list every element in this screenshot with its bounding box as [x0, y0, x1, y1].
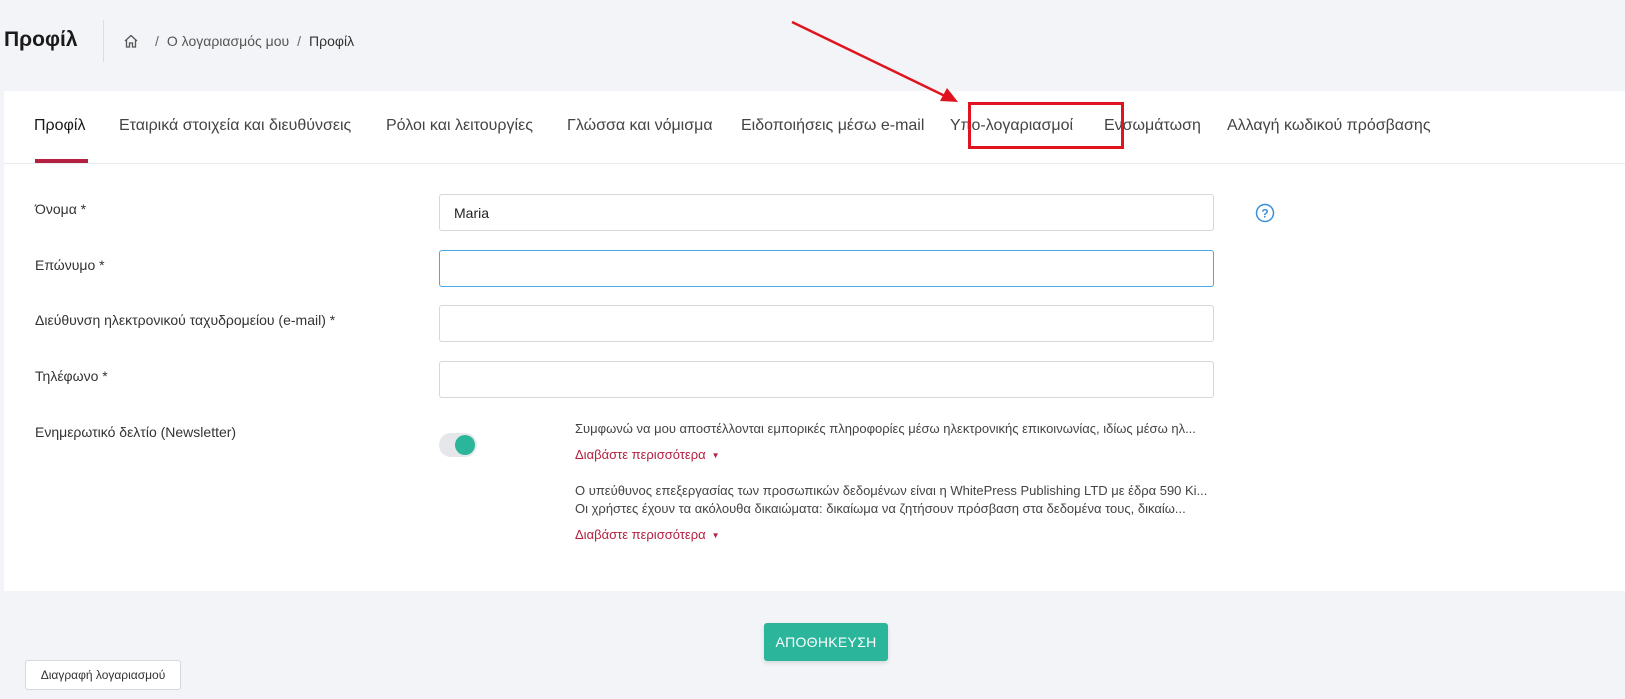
read-more-label: Διαβάστε περισσότερα: [575, 527, 706, 542]
active-tab-indicator: [35, 159, 88, 163]
email-label: Διεύθυνση ηλεκτρονικού ταχυδρομείου (e-m…: [35, 312, 336, 328]
delete-account-button[interactable]: Διαγραφή λογαριασμού: [25, 660, 181, 690]
breadcrumb-separator: /: [155, 33, 159, 49]
newsletter-label: Ενημερωτικό δελτίο (Newsletter): [35, 424, 237, 440]
first-name-input[interactable]: [439, 194, 1214, 231]
last-name-input[interactable]: [439, 250, 1214, 287]
breadcrumb-my-account[interactable]: Ο λογαριασμός μου: [167, 33, 289, 49]
tab-profile[interactable]: Προφίλ: [34, 117, 85, 135]
first-name-label: Όνομα *: [35, 201, 87, 217]
toggle-knob: [455, 435, 475, 455]
last-name-label: Επώνυμο *: [35, 257, 105, 273]
breadcrumb-current: Προφίλ: [309, 33, 355, 49]
phone-input[interactable]: [439, 361, 1214, 398]
newsletter-consent-text: Συμφωνώ να μου αποστέλλονται εμπορικές π…: [575, 421, 1196, 436]
caret-down-icon: ▼: [711, 531, 720, 541]
newsletter-toggle[interactable]: [439, 433, 477, 457]
breadcrumb-separator: /: [297, 33, 302, 49]
header-divider: [103, 20, 104, 62]
save-button[interactable]: ΑΠΟΘΗΚΕΥΣΗ: [764, 623, 888, 661]
svg-text:?: ?: [1261, 207, 1268, 221]
phone-label: Τηλέφωνο *: [35, 368, 108, 384]
tab-sub-accounts[interactable]: Υπο-λογαριασμοί: [950, 117, 1073, 135]
profile-card: Προφίλ Εταιρικά στοιχεία και διευθύνσεις…: [4, 91, 1625, 591]
privacy-text-line-1: Ο υπεύθυνος επεξεργασίας των προσωπικών …: [575, 483, 1208, 498]
tab-bar: Προφίλ Εταιρικά στοιχεία και διευθύνσεις…: [4, 91, 1625, 164]
page-header: Προφίλ / Ο λογαριασμός μου / Προφίλ: [0, 0, 1625, 92]
tab-email-notifications[interactable]: Ειδοποιήσεις μέσω e-mail: [741, 117, 924, 135]
tab-roles[interactable]: Ρόλοι και λειτουργίες: [386, 117, 533, 135]
page-title: Προφίλ: [4, 28, 78, 51]
help-icon[interactable]: ?: [1255, 203, 1275, 223]
privacy-text-line-2: Οι χρήστες έχουν τα ακόλουθα δικαιώματα:…: [575, 501, 1186, 516]
privacy-read-more-link[interactable]: Διαβάστε περισσότερα ▼: [575, 527, 720, 542]
read-more-label: Διαβάστε περισσότερα: [575, 447, 706, 462]
tab-language-currency[interactable]: Γλώσσα και νόμισμα: [567, 117, 713, 135]
home-icon[interactable]: [123, 33, 139, 49]
newsletter-read-more-link[interactable]: Διαβάστε περισσότερα ▼: [575, 447, 720, 462]
breadcrumb: / Ο λογαριασμός μου / Προφίλ: [123, 33, 354, 49]
tab-company-details[interactable]: Εταιρικά στοιχεία και διευθύνσεις: [119, 117, 351, 135]
tab-change-password[interactable]: Αλλαγή κωδικού πρόσβασης: [1227, 117, 1431, 135]
tab-integration[interactable]: Ενσωμάτωση: [1104, 117, 1201, 135]
email-input[interactable]: [439, 305, 1214, 342]
caret-down-icon: ▼: [711, 451, 720, 461]
